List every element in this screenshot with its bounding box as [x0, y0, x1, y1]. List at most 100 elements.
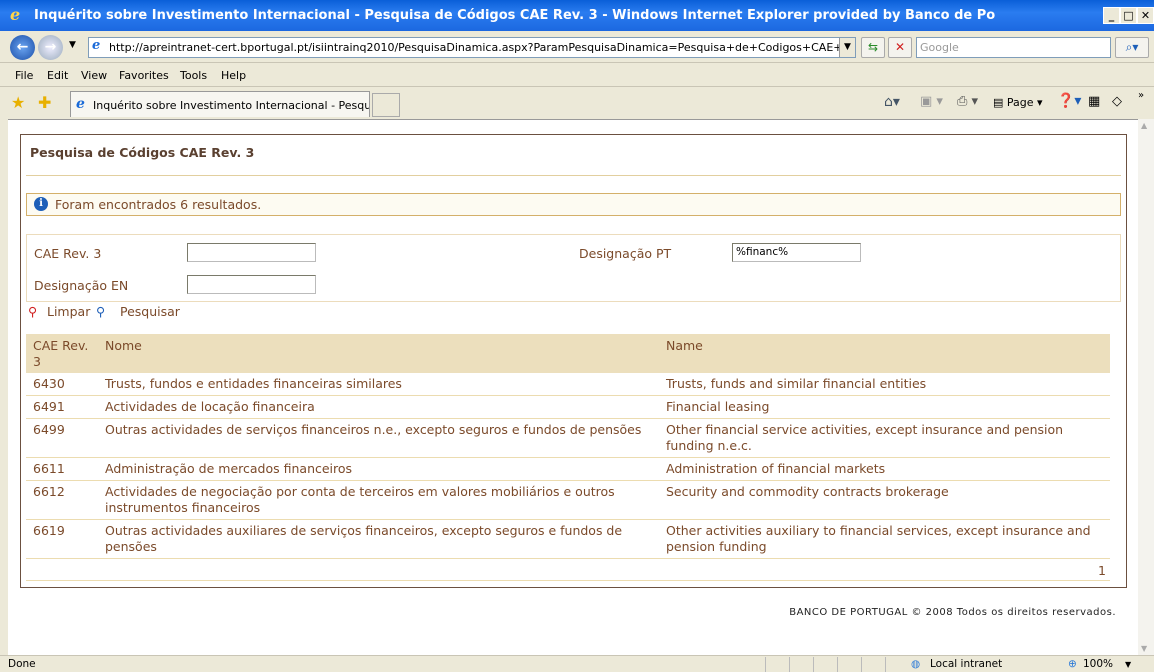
search-input[interactable]: Google	[916, 37, 1111, 58]
designacao-pt-label: Designação PT	[579, 246, 672, 261]
vertical-scrollbar[interactable]: ▲ ▼	[1138, 119, 1154, 655]
cell-cae: 6611	[33, 461, 65, 476]
menu-help[interactable]: Help	[221, 69, 246, 82]
feeds-icon[interactable]: ▣ ▾	[920, 94, 943, 109]
scroll-up-icon[interactable]: ▲	[1141, 121, 1147, 130]
history-dropdown-icon[interactable]: ▼	[69, 40, 76, 50]
ie-logo-icon: e	[10, 5, 21, 24]
cell-cae: 6430	[33, 376, 65, 391]
cell-name: Other activities auxiliary to financial …	[666, 523, 1091, 554]
cae-label: CAE Rev. 3	[34, 246, 102, 261]
page-menu-label: Page	[1006, 96, 1034, 109]
cell-cae: 6619	[33, 523, 65, 538]
info-text: Foram encontrados 6 resultados.	[55, 197, 262, 212]
info-message: i Foram encontrados 6 resultados.	[26, 193, 1121, 216]
favorites-star-icon[interactable]: ★	[11, 93, 25, 112]
close-window-button[interactable]: ✕	[1137, 7, 1154, 24]
stop-button[interactable]: ✕	[888, 37, 912, 58]
address-input[interactable]: e http://apreintranet-cert.bportugal.pt/…	[88, 37, 856, 58]
forward-button[interactable]: →	[38, 35, 63, 60]
cell-name: Administration of financial markets	[666, 461, 886, 476]
page-title: Pesquisa de Códigos CAE Rev. 3	[30, 145, 255, 160]
cell-nome: Actividades de locação financeira	[105, 399, 315, 414]
clear-link[interactable]: Limpar	[47, 304, 90, 319]
footer-copyright: BANCO DE PORTUGAL © 2008 Todos os direit…	[789, 607, 1116, 618]
results-table: CAE Rev. 3 Nome Name 6430 Trusts, fundos …	[26, 334, 1110, 581]
cell-cae: 6491	[33, 399, 65, 414]
window-title: Inquérito sobre Investimento Internacion…	[34, 8, 996, 23]
print-icon[interactable]: ⎙ ▾	[957, 94, 978, 109]
cell-name: Trusts, funds and similar financial enti…	[666, 376, 927, 391]
search-form: CAE Rev. 3 Designação PT %financ% Design…	[26, 234, 1121, 302]
table-row[interactable]: 6619 Outras actividades auxiliares de ser…	[26, 520, 1110, 559]
search-link[interactable]: Pesquisar	[120, 304, 180, 319]
cell-nome: Outras actividades de serviços financeir…	[105, 422, 642, 437]
table-header: CAE Rev. 3 Nome Name	[26, 334, 1110, 373]
search-button[interactable]: ⌕▾	[1115, 37, 1149, 58]
browser-tab[interactable]: e Inquérito sobre Investimento Internaci…	[70, 91, 370, 117]
table-row[interactable]: 6430 Trusts, fundos e entidades financeir…	[26, 373, 1110, 396]
header-nome[interactable]: Nome	[105, 338, 660, 354]
search-icon[interactable]: ⚲	[96, 304, 105, 319]
zoom-level[interactable]: 100%	[1083, 658, 1113, 670]
cell-name: Financial leasing	[666, 399, 770, 414]
cell-cae: 6612	[33, 484, 65, 499]
menu-edit[interactable]: Edit	[47, 69, 68, 82]
menu-tools[interactable]: Tools	[180, 69, 207, 82]
info-icon: i	[34, 197, 48, 211]
cell-cae: 6499	[33, 422, 65, 437]
cell-nome: Administração de mercados financeiros	[105, 461, 353, 476]
intranet-globe-icon: ◍	[911, 658, 921, 670]
pager: 1	[26, 559, 1110, 581]
help-icon[interactable]: ❓▾	[1057, 93, 1081, 109]
status-bar: Done ◍ Local intranet ⊕ 100% ▼	[0, 655, 1154, 672]
new-tab-button[interactable]	[372, 93, 400, 117]
title-bar: e Inquérito sobre Investimento Internaci…	[0, 0, 1154, 31]
table-row[interactable]: 6612 Actividades de negociação por conta …	[26, 481, 1110, 520]
page-menu[interactable]: ▤ Page ▾	[993, 96, 1043, 109]
clear-icon[interactable]: ⚲	[28, 304, 37, 319]
menu-bar: File Edit View Favorites Tools Help	[0, 64, 1154, 87]
cell-nome: Trusts, fundos e entidades financeiras s…	[105, 376, 402, 391]
divider	[26, 175, 1121, 176]
cae-input[interactable]	[187, 243, 316, 262]
header-name[interactable]: Name	[666, 338, 1106, 354]
menu-view[interactable]: View	[81, 69, 107, 82]
cell-name: Other financial service activities, exce…	[666, 422, 1064, 453]
tab-ie-icon: e	[76, 96, 85, 112]
more-chevron-icon[interactable]: »	[1138, 90, 1144, 101]
zoom-icon[interactable]: ⊕	[1068, 658, 1077, 670]
page-content: Pesquisa de Códigos CAE Rev. 3 i Foram e…	[8, 119, 1138, 655]
page-icon: e	[92, 38, 101, 53]
url-text: http://apreintranet-cert.bportugal.pt/is…	[109, 41, 855, 54]
scroll-down-icon[interactable]: ▼	[1141, 644, 1147, 653]
research-icon[interactable]: ▦	[1088, 94, 1100, 109]
status-text: Done	[8, 658, 36, 670]
table-row[interactable]: 6491 Actividades de locação financeira Fin…	[26, 396, 1110, 419]
tab-bar: ★ ✚ e Inquérito sobre Investimento Inter…	[0, 88, 1154, 119]
designacao-pt-input[interactable]: %financ%	[732, 243, 861, 262]
add-favorite-icon[interactable]: ✚	[38, 93, 51, 112]
back-button[interactable]: ←	[10, 35, 35, 60]
tab-label: Inquérito sobre Investimento Internacion…	[93, 99, 370, 112]
search-panel: Pesquisa de Códigos CAE Rev. 3 i Foram e…	[20, 134, 1127, 618]
designacao-en-input[interactable]	[187, 275, 316, 294]
table-row[interactable]: 6499 Outras actividades de serviços finan…	[26, 419, 1110, 458]
refresh-button[interactable]: ⇆	[861, 37, 885, 58]
page-1-link[interactable]: 1	[1098, 563, 1106, 579]
menu-favorites[interactable]: Favorites	[119, 69, 169, 82]
table-row[interactable]: 6611 Administração de mercados financeiro…	[26, 458, 1110, 481]
zoom-dropdown-icon[interactable]: ▼	[1125, 660, 1131, 669]
designacao-en-label: Designação EN	[34, 278, 129, 293]
maximize-button[interactable]: □	[1120, 7, 1137, 24]
cell-nome: Outras actividades auxiliares de serviço…	[105, 523, 623, 554]
menu-file[interactable]: File	[15, 69, 33, 82]
address-toolbar: ← → ▼ e http://apreintranet-cert.bportug…	[0, 31, 1154, 63]
address-dropdown-icon[interactable]: ▼	[839, 38, 855, 57]
cell-nome: Actividades de negociação por conta de t…	[105, 484, 615, 515]
tools-icon[interactable]: ◇	[1112, 94, 1122, 109]
home-icon[interactable]: ⌂▾	[884, 94, 900, 110]
minimize-button[interactable]: _	[1103, 7, 1120, 24]
cell-name: Security and commodity contracts brokera…	[666, 484, 949, 499]
header-cae[interactable]: CAE Rev. 3	[33, 338, 98, 370]
